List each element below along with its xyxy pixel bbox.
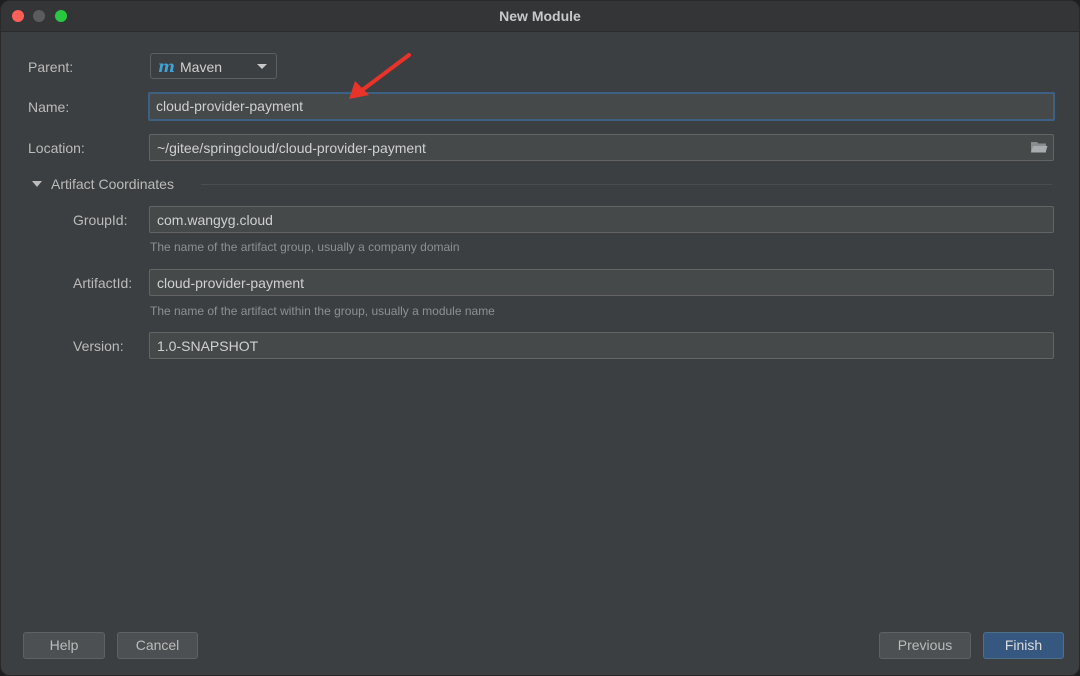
chevron-down-icon [257, 64, 267, 69]
maven-m-icon: m [158, 57, 175, 76]
artifactid-input[interactable]: cloud-provider-payment [149, 269, 1054, 296]
artifactid-hint: The name of the artifact within the grou… [150, 304, 495, 318]
title-bar: New Module [1, 1, 1079, 32]
finish-button[interactable]: Finish [983, 632, 1064, 659]
name-label: Name: [28, 99, 70, 115]
previous-button[interactable]: Previous [879, 632, 971, 659]
artifactid-label: ArtifactId: [73, 275, 133, 291]
collapse-triangle-icon[interactable] [32, 181, 42, 187]
version-label: Version: [73, 338, 124, 354]
parent-dropdown[interactable]: m Maven [150, 53, 277, 79]
groupid-label: GroupId: [73, 212, 128, 228]
name-input[interactable]: cloud-provider-payment [148, 92, 1055, 121]
section-divider [201, 184, 1052, 185]
location-input[interactable]: ~/gitee/springcloud/cloud-provider-payme… [149, 134, 1054, 161]
help-button[interactable]: Help [23, 632, 105, 659]
window-title: New Module [499, 8, 581, 24]
cancel-button[interactable]: Cancel [117, 632, 198, 659]
parent-selected-value: Maven [180, 59, 223, 75]
version-input[interactable]: 1.0-SNAPSHOT [149, 332, 1054, 359]
groupid-input[interactable]: com.wangyg.cloud [149, 206, 1054, 233]
groupid-hint: The name of the artifact group, usually … [150, 240, 460, 254]
location-label: Location: [28, 140, 85, 156]
folder-icon[interactable] [1030, 140, 1048, 154]
parent-label: Parent: [28, 59, 74, 75]
new-module-dialog: New Module Parent: m Maven Name: cloud-p… [0, 0, 1080, 676]
artifact-coordinates-section-title[interactable]: Artifact Coordinates [51, 176, 174, 192]
